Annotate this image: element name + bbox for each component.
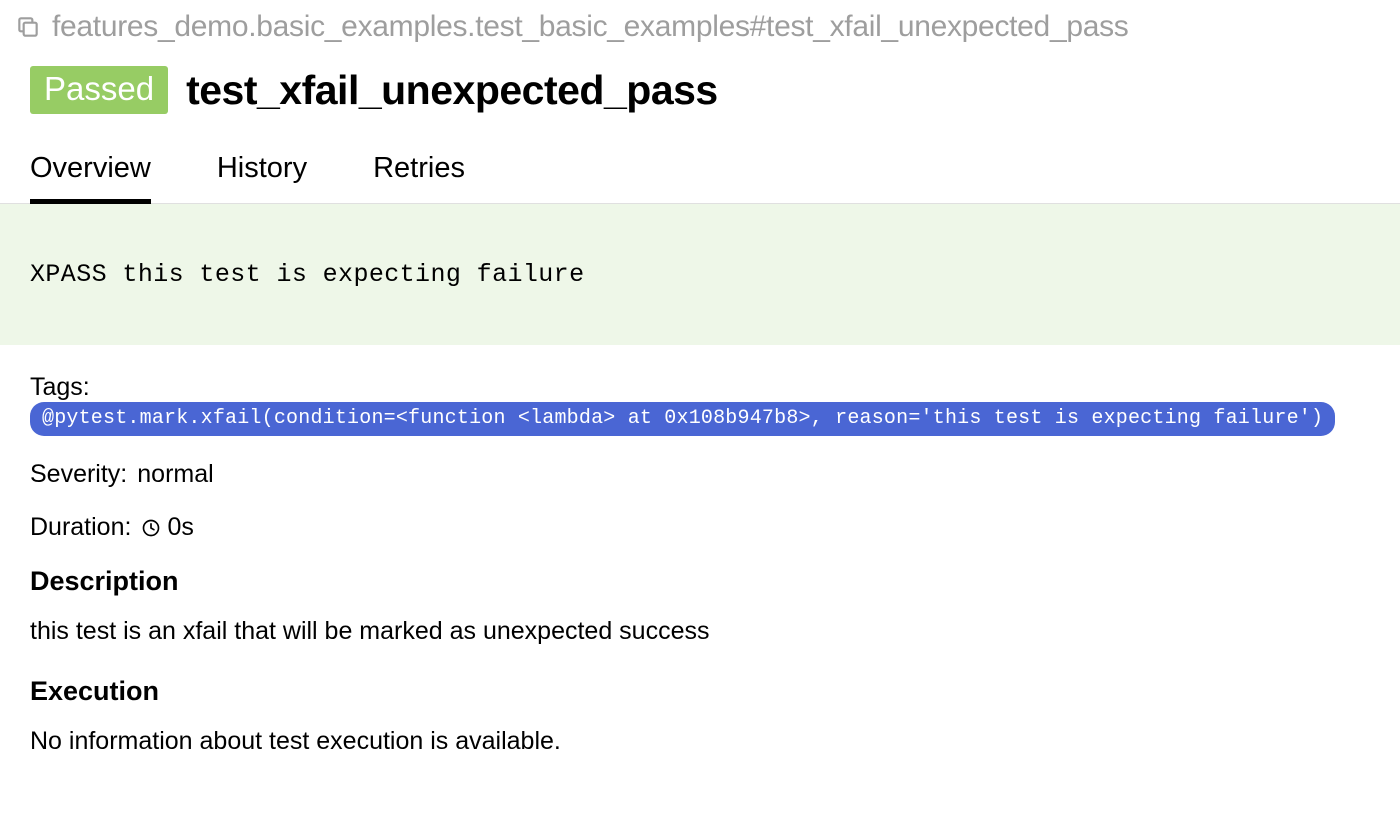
duration-label: Duration: [30,513,131,542]
tab-retries[interactable]: Retries [373,152,465,203]
duration-row: Duration: 0s [30,513,1370,542]
tags-row: Tags: @pytest.mark.xfail(condition=<func… [30,373,1370,436]
tags-label: Tags: [30,373,90,402]
execution-heading: Execution [30,676,1370,707]
severity-label: Severity: [30,460,127,489]
tabs: Overview History Retries [0,128,1400,204]
tab-overview[interactable]: Overview [30,152,151,204]
description-heading: Description [30,566,1370,597]
breadcrumb-text: features_demo.basic_examples.test_basic_… [52,10,1129,44]
breadcrumb: features_demo.basic_examples.test_basic_… [0,0,1400,50]
copy-icon[interactable] [14,13,42,41]
tag-chip[interactable]: @pytest.mark.xfail(condition=<function <… [30,402,1335,436]
execution-body: No information about test execution is a… [30,727,1370,756]
description-body: this test is an xfail that will be marke… [30,617,1370,646]
overview-content: Tags: @pytest.mark.xfail(condition=<func… [0,345,1400,806]
clock-icon [141,518,161,538]
duration-value: 0s [167,513,193,542]
title-row: Passed test_xfail_unexpected_pass [0,50,1400,128]
page-title: test_xfail_unexpected_pass [186,67,718,114]
status-badge: Passed [30,66,168,114]
severity-row: Severity: normal [30,460,1370,489]
severity-value: normal [137,460,213,489]
status-message: XPASS this test is expecting failure [0,204,1400,345]
tab-history[interactable]: History [217,152,307,203]
